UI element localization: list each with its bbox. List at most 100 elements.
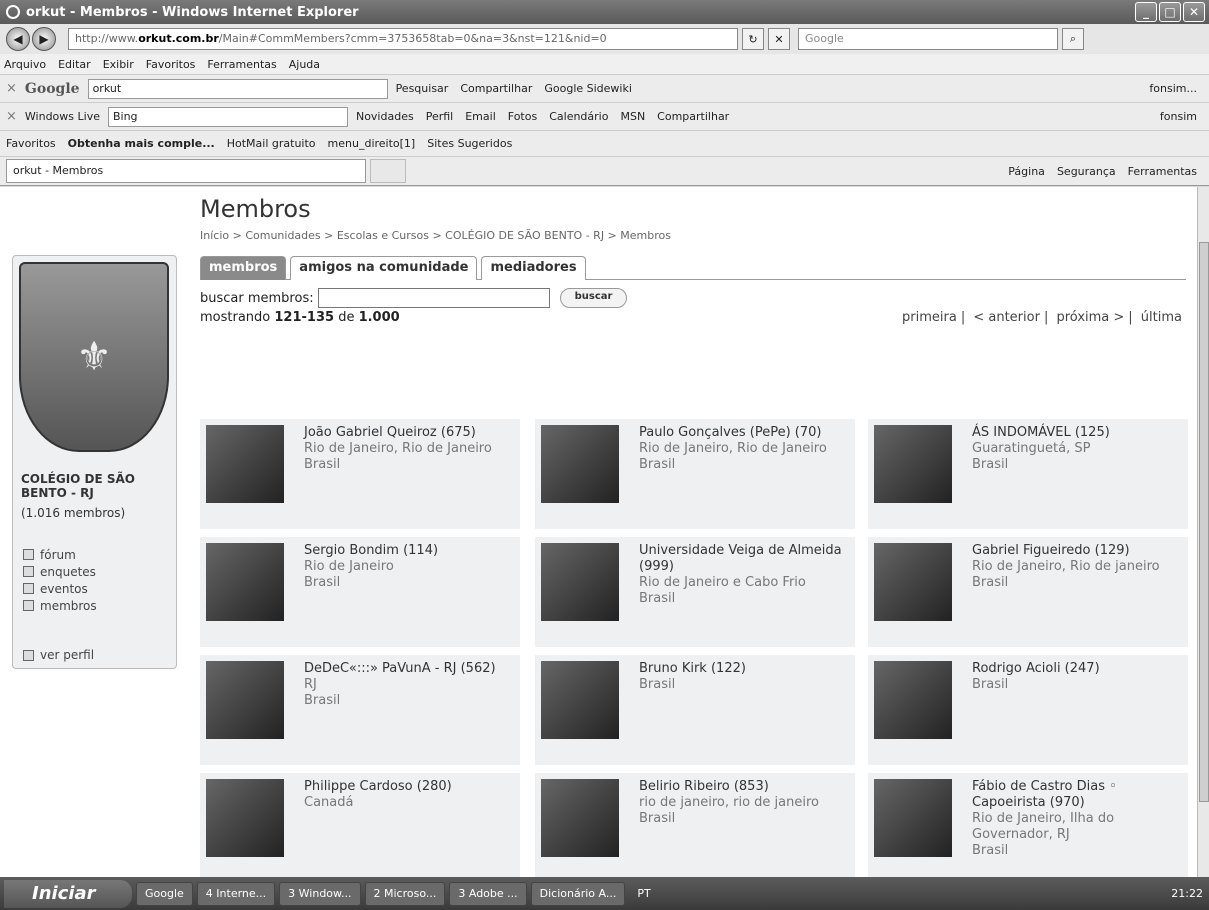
- sidewiki-button[interactable]: Google Sidewiki: [544, 82, 632, 95]
- search-button[interactable]: buscar: [559, 288, 628, 308]
- task-office[interactable]: 2 Microso...: [364, 881, 446, 906]
- tab-mediadores[interactable]: mediadores: [481, 256, 586, 280]
- scroll-thumb[interactable]: [1199, 242, 1209, 802]
- close-toolbar-icon[interactable]: ×: [6, 81, 17, 96]
- member-card[interactable]: Philippe Cardoso (280) Canadá: [200, 773, 520, 877]
- member-card[interactable]: Rodrigo Acioli (247) Brasil: [868, 655, 1188, 765]
- member-name[interactable]: Paulo Gonçalves (PePe) (70): [639, 425, 849, 441]
- member-photo[interactable]: [874, 661, 952, 739]
- task-adobe[interactable]: 3 Adobe ...: [449, 881, 527, 906]
- member-card[interactable]: Sergio Bondim (114) Rio de Janeiro Brasil: [200, 537, 520, 647]
- language-indicator[interactable]: PT: [637, 887, 650, 900]
- fav-hotmail[interactable]: HotMail gratuito: [227, 137, 316, 150]
- fotos-link[interactable]: Fotos: [508, 110, 537, 123]
- pager-last[interactable]: última: [1141, 310, 1182, 325]
- member-name[interactable]: Fábio de Castro Dias ◦ Capoeirista (970): [972, 779, 1182, 811]
- tab-amigos[interactable]: amigos na comunidade: [290, 256, 478, 280]
- tab-membros[interactable]: membros: [200, 256, 287, 280]
- member-name[interactable]: ÁS INDOMÁVEL (125): [972, 425, 1182, 441]
- msn-link[interactable]: MSN: [620, 110, 645, 123]
- member-card[interactable]: DeDeC«:::» PaVunA - RJ (562) RJ Brasil: [200, 655, 520, 765]
- task-windows[interactable]: 3 Window...: [279, 881, 361, 906]
- member-card[interactable]: Paulo Gonçalves (PePe) (70) Rio de Janeir…: [535, 419, 855, 529]
- live-account[interactable]: fonsim: [1160, 110, 1197, 123]
- favoritos-button[interactable]: Favoritos: [6, 137, 56, 150]
- menu-arquivo[interactable]: Arquivo: [4, 58, 46, 71]
- pager-next[interactable]: próxima >: [1056, 310, 1124, 325]
- menu-exibir[interactable]: Exibir: [103, 58, 134, 71]
- novidades-link[interactable]: Novidades: [356, 110, 414, 123]
- pager-first[interactable]: primeira: [902, 310, 957, 325]
- new-tab-button[interactable]: [370, 159, 406, 183]
- google-account[interactable]: fonsim...: [1149, 82, 1197, 95]
- member-photo[interactable]: [541, 543, 619, 621]
- community-name[interactable]: COLÉGIO DE SÃO BENTO - RJ: [21, 472, 171, 500]
- refresh-button[interactable]: ↻: [742, 28, 764, 50]
- member-photo[interactable]: [206, 661, 284, 739]
- browser-search-input[interactable]: Google: [798, 28, 1058, 50]
- task-ie[interactable]: 4 Interne...: [196, 881, 276, 906]
- pagina-menu[interactable]: Página: [1008, 165, 1045, 178]
- start-button[interactable]: Iniciar: [4, 879, 132, 908]
- search-icon[interactable]: ⌕: [1062, 28, 1084, 50]
- maximize-button[interactable]: □: [1159, 2, 1181, 22]
- member-photo[interactable]: [874, 543, 952, 621]
- forward-button[interactable]: ▶: [32, 27, 56, 51]
- task-google[interactable]: Google: [136, 881, 193, 906]
- member-photo[interactable]: [541, 779, 619, 857]
- compartilhar-link[interactable]: Compartilhar: [657, 110, 729, 123]
- minimize-button[interactable]: _: [1135, 2, 1157, 22]
- member-name[interactable]: Philippe Cardoso (280): [304, 779, 514, 795]
- member-photo[interactable]: [874, 779, 952, 857]
- member-card[interactable]: Fábio de Castro Dias ◦ Capoeirista (970)…: [868, 773, 1188, 877]
- fav-sites-sugeridos[interactable]: Sites Sugeridos: [427, 137, 512, 150]
- member-photo[interactable]: [541, 425, 619, 503]
- ferramentas-menu[interactable]: Ferramentas: [1128, 165, 1197, 178]
- member-name[interactable]: Belirio Ribeiro (853): [639, 779, 849, 795]
- menu-favoritos[interactable]: Favoritos: [146, 58, 196, 71]
- url-field[interactable]: http://www.orkut.com.br/Main#CommMembers…: [68, 28, 738, 50]
- stop-button[interactable]: ✕: [768, 28, 790, 50]
- browser-tab[interactable]: orkut - Membros: [6, 159, 366, 183]
- member-name[interactable]: Sergio Bondim (114): [304, 543, 514, 559]
- back-button[interactable]: ◀: [6, 27, 30, 51]
- member-card[interactable]: Gabriel Figueiredo (129) Rio de Janeiro, …: [868, 537, 1188, 647]
- pager-prev[interactable]: < anterior: [973, 310, 1040, 325]
- sidebar-item-membros[interactable]: membros: [23, 597, 97, 614]
- member-photo[interactable]: [206, 425, 284, 503]
- calendario-link[interactable]: Calendário: [549, 110, 608, 123]
- seguranca-menu[interactable]: Segurança: [1057, 165, 1116, 178]
- member-name[interactable]: Bruno Kirk (122): [639, 661, 849, 677]
- fav-menu-direito[interactable]: menu_direito[1]: [328, 137, 416, 150]
- member-name[interactable]: Rodrigo Acioli (247): [972, 661, 1182, 677]
- menu-editar[interactable]: Editar: [58, 58, 91, 71]
- pesquisar-button[interactable]: Pesquisar: [396, 82, 449, 95]
- member-photo[interactable]: [206, 779, 284, 857]
- sidebar-item-eventos[interactable]: eventos: [23, 580, 97, 597]
- compartilhar-button[interactable]: Compartilhar: [460, 82, 532, 95]
- email-link[interactable]: Email: [465, 110, 496, 123]
- breadcrumb[interactable]: Início > Comunidades > Escolas e Cursos …: [200, 229, 1186, 242]
- google-toolbar-input[interactable]: orkut: [87, 78, 388, 99]
- close-button[interactable]: ✕: [1183, 2, 1205, 22]
- member-search-input[interactable]: [317, 288, 550, 308]
- member-card[interactable]: Belirio Ribeiro (853) rio de janeiro, rio…: [535, 773, 855, 877]
- member-name[interactable]: DeDeC«:::» PaVunA - RJ (562): [304, 661, 514, 677]
- close-toolbar-icon[interactable]: ×: [6, 109, 17, 124]
- member-photo[interactable]: [874, 425, 952, 503]
- member-card[interactable]: Bruno Kirk (122) Brasil: [535, 655, 855, 765]
- sidebar-item-ver-perfil[interactable]: ver perfil: [23, 648, 94, 662]
- scrollbar[interactable]: [1197, 187, 1209, 877]
- menu-ferramentas[interactable]: Ferramentas: [207, 58, 276, 71]
- task-dicionario[interactable]: Dicionário A...: [530, 881, 626, 906]
- member-name[interactable]: Universidade Veiga de Almeida (999): [639, 543, 849, 575]
- member-photo[interactable]: [541, 661, 619, 739]
- sidebar-item-forum[interactable]: fórum: [23, 546, 97, 563]
- member-photo[interactable]: [206, 543, 284, 621]
- member-card[interactable]: João Gabriel Queiroz (675) Rio de Janeiro…: [200, 419, 520, 529]
- menu-ajuda[interactable]: Ajuda: [289, 58, 320, 71]
- fav-obtenha[interactable]: Obtenha mais comple...: [68, 137, 215, 150]
- member-name[interactable]: Gabriel Figueiredo (129): [972, 543, 1182, 559]
- member-card[interactable]: Universidade Veiga de Almeida (999) Rio d…: [535, 537, 855, 647]
- sidebar-item-enquetes[interactable]: enquetes: [23, 563, 97, 580]
